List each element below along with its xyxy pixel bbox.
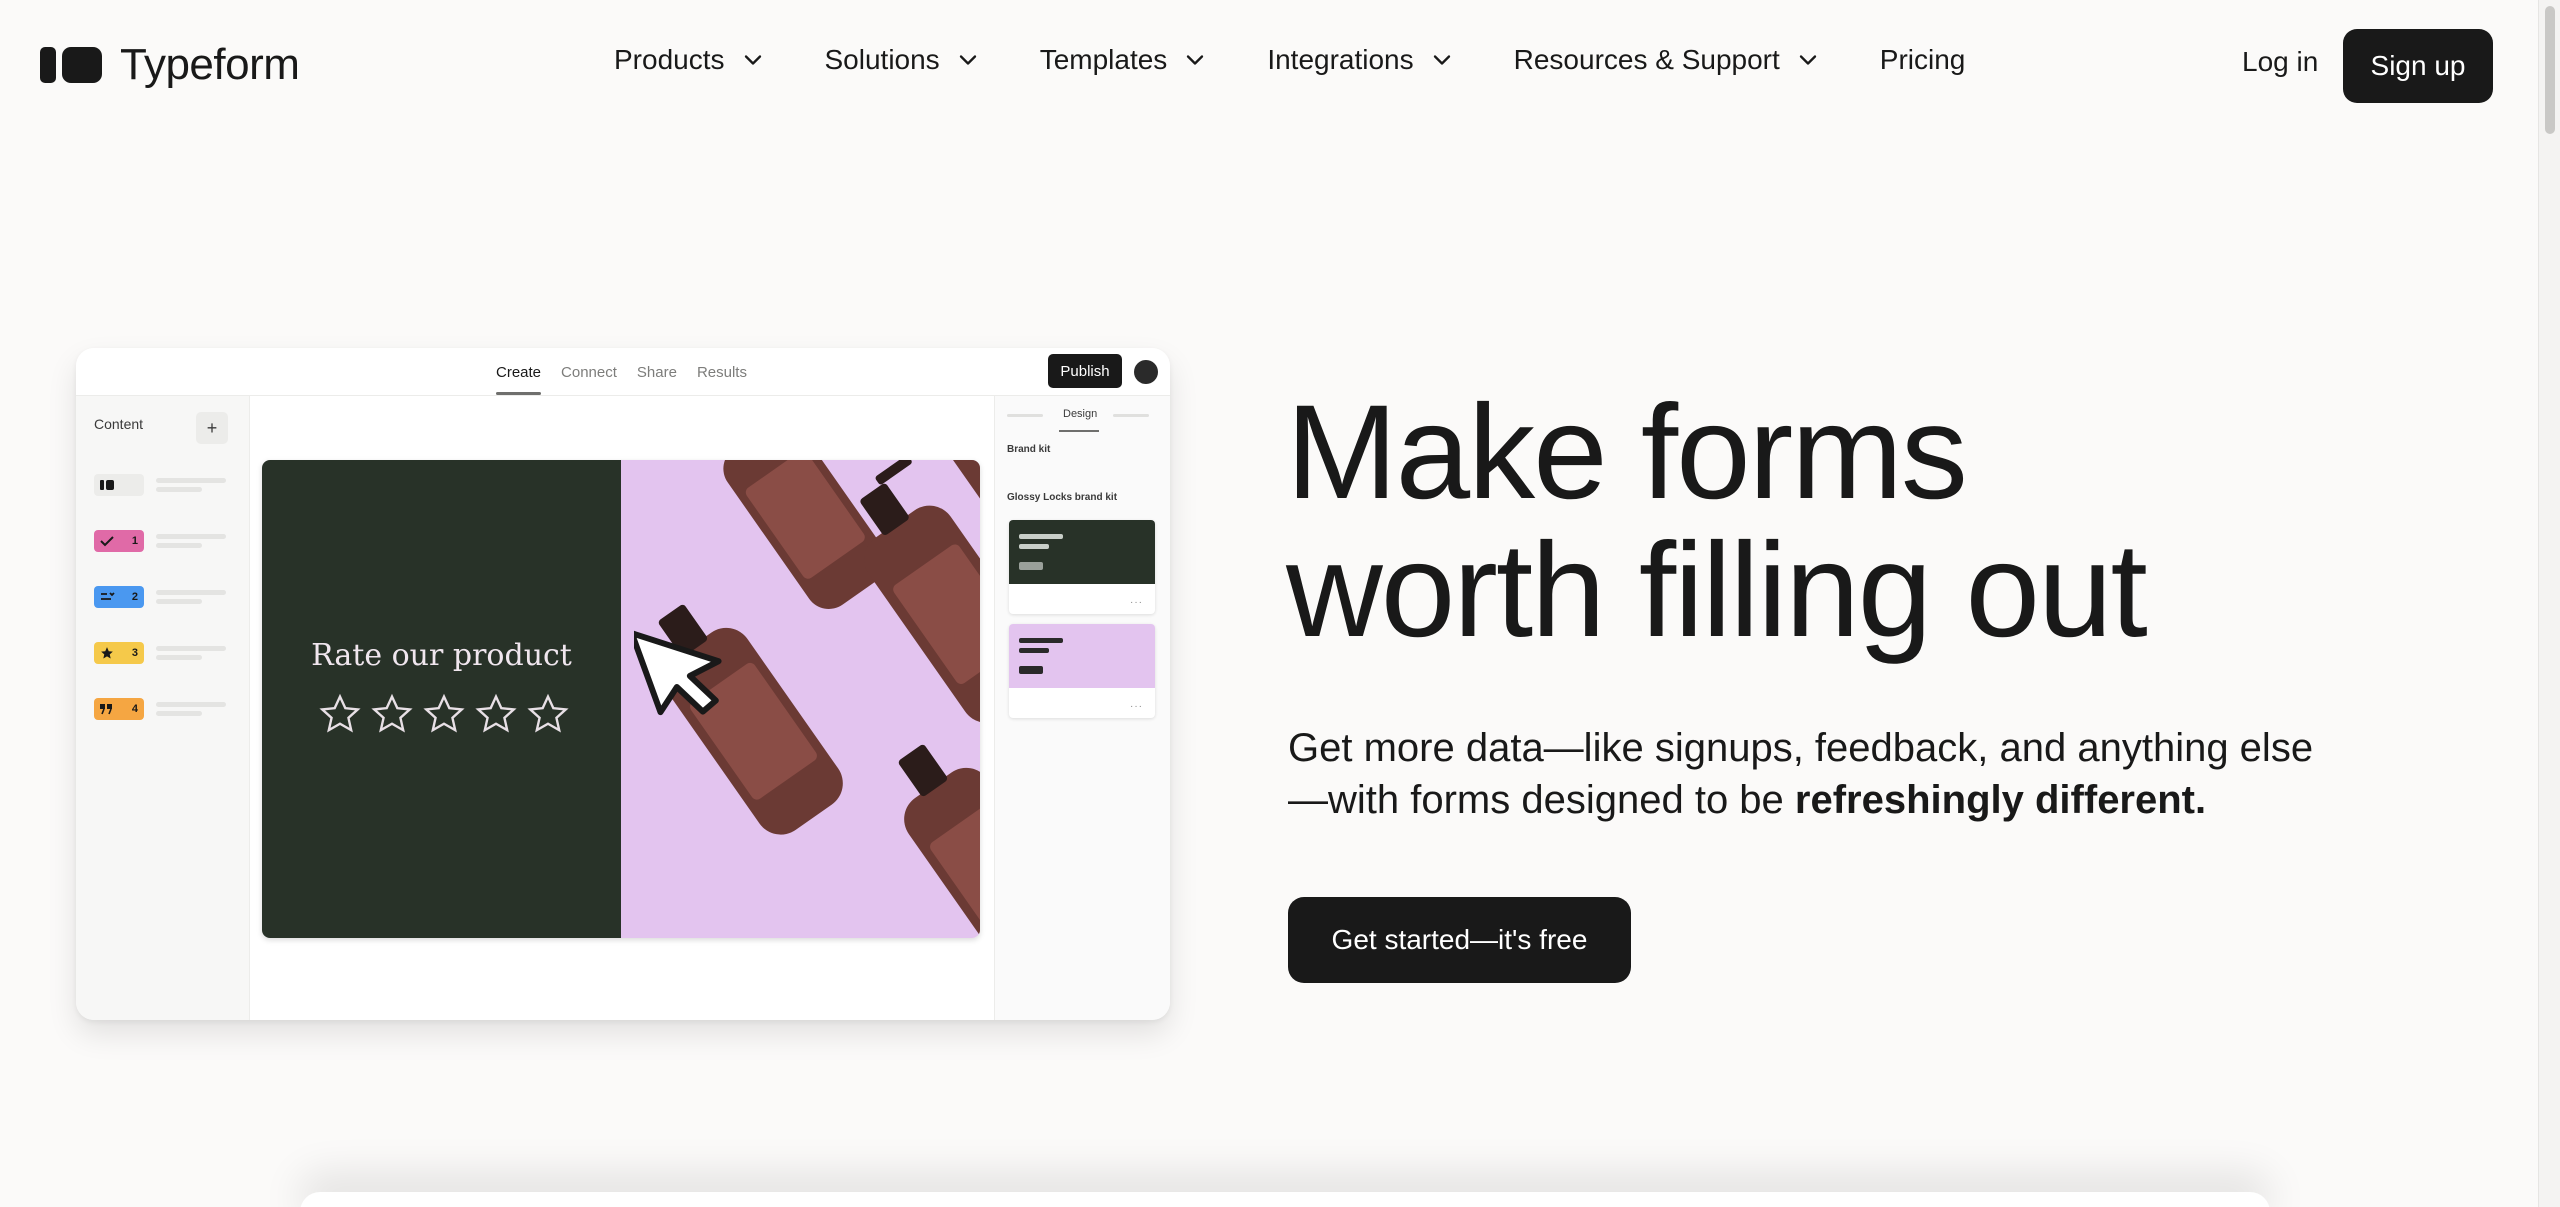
main-menu: Products Solutions Templates Integration… <box>614 44 1965 76</box>
hero-headline: Make forms worth filling out <box>1286 384 2386 660</box>
canvas-question-side: Rate our product <box>262 460 621 938</box>
star-outline-icon <box>475 693 517 733</box>
dropdown-icon: 2 <box>94 586 144 608</box>
hero-headline-line1: Make forms <box>1286 378 1968 527</box>
brand-kit-card-dark: ··· <box>1009 520 1155 614</box>
nav-products-label: Products <box>614 44 725 75</box>
builder-avatar <box>1134 360 1158 384</box>
quote-icon: 4 <box>94 698 144 720</box>
rating-stars <box>318 692 570 736</box>
form-canvas-preview: Rate our product <box>262 460 980 938</box>
nav-integrations[interactable]: Integrations <box>1267 44 1455 76</box>
hero-subtext: Get more data—like signups, feedback, an… <box>1288 722 2348 826</box>
hero-subtext-bold: refreshingly different. <box>1794 778 2207 822</box>
next-section-preview <box>300 1192 2270 1207</box>
chevron-down-icon <box>1799 55 1816 65</box>
builder-preview: Create Connect Share Results Publish Con… <box>76 348 1170 1020</box>
content-panel-title: Content <box>94 416 144 432</box>
add-question-button: + <box>196 412 228 444</box>
nav-solutions-label: Solutions <box>824 44 940 75</box>
nav-resources[interactable]: Resources & Support <box>1514 44 1822 76</box>
builder-content-panel: Content + 1 2 3 4 <box>76 396 250 1020</box>
question-item: 1 <box>94 530 234 552</box>
builder-tab-share: Share <box>636 364 677 381</box>
more-icon: ··· <box>1130 701 1143 712</box>
star-outline-icon <box>527 693 569 733</box>
chevron-down-icon <box>744 55 761 65</box>
question-item: 3 <box>94 642 234 664</box>
chevron-down-icon <box>959 55 976 65</box>
form-question-text: Rate our product <box>311 638 572 673</box>
login-link[interactable]: Log in <box>2242 46 2318 78</box>
builder-topbar: Create Connect Share Results Publish <box>76 348 1170 396</box>
star-icon: 3 <box>94 642 144 664</box>
builder-tab-connect: Connect <box>561 364 617 381</box>
builder-tab-results: Results <box>696 364 747 381</box>
star-outline-icon <box>371 693 413 733</box>
nav-templates-label: Templates <box>1039 44 1168 75</box>
brand-logo[interactable]: Typeform <box>40 40 300 90</box>
brand-kit-name: Glossy Locks brand kit <box>1007 492 1118 503</box>
chevron-down-icon <box>1187 55 1204 65</box>
nav-solutions[interactable]: Solutions <box>825 44 982 76</box>
nav-pricing[interactable]: Pricing <box>1880 44 1966 76</box>
question-item <box>94 474 234 496</box>
check-icon: 1 <box>94 530 144 552</box>
get-started-button[interactable]: Get started—it's free <box>1288 897 1631 983</box>
star-outline-icon <box>319 693 361 733</box>
cursor-arrow-icon <box>634 630 722 716</box>
design-panel: Design Brand kit Glossy Locks brand kit … <box>994 396 1170 1020</box>
welcome-icon <box>94 474 144 496</box>
design-tab: Design <box>1063 408 1098 420</box>
top-nav: Typeform Products Solutions Templates In… <box>0 0 2538 130</box>
brand-kit-label: Brand kit <box>1007 444 1051 455</box>
builder-tab-create: Create <box>496 364 542 395</box>
signup-button[interactable]: Sign up <box>2343 29 2493 103</box>
question-item: 2 <box>94 586 234 608</box>
builder-publish-button: Publish <box>1048 354 1122 388</box>
brand-kit-card-light: ··· <box>1009 624 1155 718</box>
question-item: 4 <box>94 698 234 720</box>
star-outline-icon <box>423 693 465 733</box>
typeform-logo-icon <box>40 47 102 83</box>
nav-products[interactable]: Products <box>614 44 767 76</box>
page-scrollbar[interactable] <box>2538 0 2560 1207</box>
nav-resources-label: Resources & Support <box>1513 44 1780 75</box>
nav-pricing-label: Pricing <box>1879 44 1966 75</box>
more-icon: ··· <box>1130 597 1143 608</box>
chevron-down-icon <box>1433 55 1450 65</box>
nav-integrations-label: Integrations <box>1267 44 1414 75</box>
brand-name: Typeform <box>120 40 300 89</box>
hero-headline-line2: worth filling out <box>1286 516 2148 665</box>
scrollbar-thumb[interactable] <box>2545 6 2555 134</box>
builder-tabs: Create Connect Share Results <box>496 364 747 395</box>
nav-templates[interactable]: Templates <box>1040 44 1210 76</box>
